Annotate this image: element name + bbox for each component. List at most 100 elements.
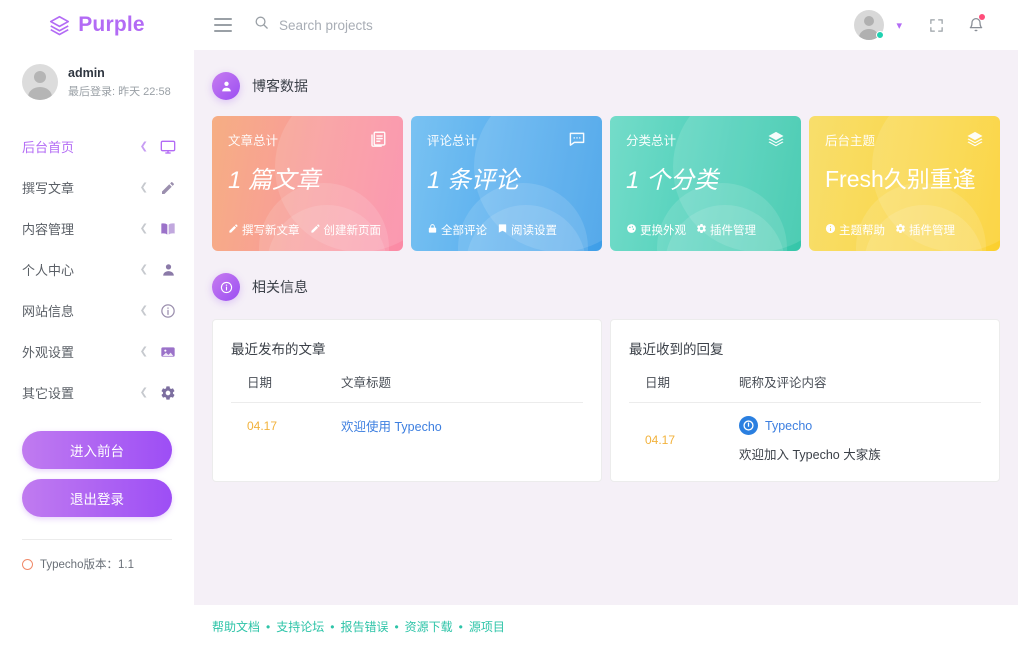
reply-author-link[interactable]: Typecho [765,419,812,433]
sidebar-item-content-manage[interactable]: 内容管理 ❮ [0,208,194,249]
card-link-label: 阅读设置 [511,225,557,237]
sidebar-item-profile[interactable]: 个人中心 ❮ [0,249,194,290]
card-link-reading-settings[interactable]: 阅读设置 [497,222,557,238]
sidebar-item-dashboard[interactable]: 后台首页 ❮ [0,126,194,167]
card-link-new-post[interactable]: 撰写新文章 [228,222,300,238]
card-link-label: 插件管理 [909,225,955,237]
notifications-button[interactable] [956,8,996,42]
info-circle-icon [825,223,836,237]
card-link-theme-help[interactable]: 主题帮助 [825,222,885,238]
card-link-change-theme[interactable]: 更换外观 [626,222,686,238]
typecho-logo-icon [739,416,758,435]
reply-text: 欢迎加入 Typecho 大家族 [739,448,881,462]
chevron-left-icon: ❮ [139,182,148,193]
stat-card-posts[interactable]: 文章总计 1 篇文章 撰写新文章 创建新页面 [212,116,403,251]
card-header: 评论总计 [427,130,586,153]
search-box[interactable] [254,15,854,35]
fullscreen-button[interactable] [916,8,956,42]
cell-date: 04.17 [231,403,341,450]
chevron-left-icon: ❮ [139,141,148,152]
sidebar-item-other-settings[interactable]: 其它设置 ❮ [0,372,194,413]
sidebar-item-appearance[interactable]: 外观设置 ❮ [0,331,194,372]
footer-link-help-docs[interactable]: 帮助文档 [212,618,260,635]
card-label: 文章总计 [228,134,279,148]
main-area: ▾ [194,0,1018,648]
card-value: 1 条评论 [427,167,520,194]
card-header: 分类总计 [626,130,785,153]
stat-card-categories[interactable]: 分类总计 1 个分类 更换外观 插件管理 [610,116,801,251]
card-link-all-comments[interactable]: 全部评论 [427,222,487,238]
sidebar-item-label: 后台首页 [22,140,75,155]
sidebar-item-site-info[interactable]: 网站信息 ❮ [0,290,194,331]
card-label: 后台主题 [825,134,876,148]
article-icon [369,130,387,153]
footer-link-report-bug[interactable]: 报告错误 [340,618,388,635]
gear-icon [895,223,906,237]
stat-card-comments[interactable]: 评论总计 1 条评论 全部评论 阅读设置 [411,116,602,251]
sidebar-item-label: 外观设置 [22,345,75,360]
person-icon [160,262,176,278]
search-input[interactable] [279,17,539,33]
logout-button[interactable]: 退出登录 [22,479,172,517]
sidebar-item-label: 内容管理 [22,222,75,237]
footer-links: 帮助文档 • 支持论坛 • 报告错误 • 资源下载 • 源项目 [212,618,505,635]
chevron-left-icon: ❮ [139,346,148,357]
info-circle-icon [212,273,240,301]
info-circle-icon [160,303,176,319]
card-label: 评论总计 [427,134,478,148]
content-area: 博客数据 文章总计 1 篇文章 撰写新文章 创建新页面 评论总计 1 条评论 全… [194,50,1018,605]
topbar-avatar[interactable] [854,10,885,40]
card-value: 1 个分类 [626,167,719,194]
section-header-related-info: 相关信息 [212,273,1000,301]
footer-link-support-forum[interactable]: 支持论坛 [276,618,324,635]
notification-badge [979,14,985,20]
version-label: Typecho版本：1.1 [40,559,134,571]
book-icon [160,221,176,237]
sidebar-action-buttons: 进入前台 退出登录 [0,413,194,517]
footer-link-resources[interactable]: 资源下载 [405,618,453,635]
sidebar-nav: 后台首页 ❮ 撰写文章 ❮ 内容管理 ❮ 个人中心 ❮ 网站信息 ❮ 外观设置 … [0,126,194,413]
brand-name: Purple [78,13,145,36]
footer-link-source-project[interactable]: 源项目 [469,618,505,635]
column-header-title: 文章标题 [341,376,392,390]
sidebar-item-write-post[interactable]: 撰写文章 ❮ [0,167,194,208]
hamburger-icon[interactable] [214,18,232,32]
footer-separator: • [458,619,463,634]
chevron-down-icon[interactable]: ▾ [892,19,916,32]
cell-title: 欢迎使用 Typecho [341,403,583,450]
reply-author-row: Typecho [739,416,981,435]
panel-recent-posts: 最近发布的文章 日期 文章标题 04.17 欢迎使用 Typecho [212,319,602,482]
post-date: 04.17 [247,419,278,433]
card-link-plugin-manage[interactable]: 插件管理 [895,222,955,238]
card-value: 1 篇文章 [228,167,321,194]
chevron-left-icon: ❮ [139,264,148,275]
online-status-dot [876,31,885,39]
topbar: ▾ [194,0,1018,50]
card-header: 文章总计 [228,130,387,153]
gear-icon [160,385,176,401]
enter-frontend-button[interactable]: 进入前台 [22,431,172,469]
post-title-link[interactable]: 欢迎使用 Typecho [341,420,442,434]
card-header: 后台主题 [825,130,984,153]
stat-card-theme[interactable]: 后台主题 Fresh久别重逢 主题帮助 插件管理 [809,116,1000,251]
card-link-label: 更换外观 [640,225,686,237]
pencil-icon [228,223,239,237]
card-link-label: 主题帮助 [839,225,885,237]
cell-date: 04.17 [629,403,739,477]
column-header-date: 日期 [645,376,671,390]
section-header-blog-data: 博客数据 [212,72,1000,100]
section-title: 相关信息 [252,279,308,295]
card-link-new-page[interactable]: 创建新页面 [310,222,381,238]
sidebar-user-block[interactable]: admin 最后登录: 昨天 22:58 [0,50,194,114]
search-icon [254,15,269,35]
column-header-date: 日期 [247,376,273,390]
table-row: 04.17 欢迎使用 Typecho [231,402,583,450]
card-link-plugin-manage[interactable]: 插件管理 [696,222,756,238]
card-links: 主题帮助 插件管理 [825,222,955,238]
chevron-left-icon: ❮ [139,387,148,398]
table-header-row: 日期 文章标题 [231,372,583,403]
footer-separator: • [330,619,335,634]
cell-reply: Typecho 欢迎加入 Typecho 大家族 [739,403,981,477]
brand-logo[interactable]: Purple [0,0,194,50]
layers-icon [49,15,70,36]
